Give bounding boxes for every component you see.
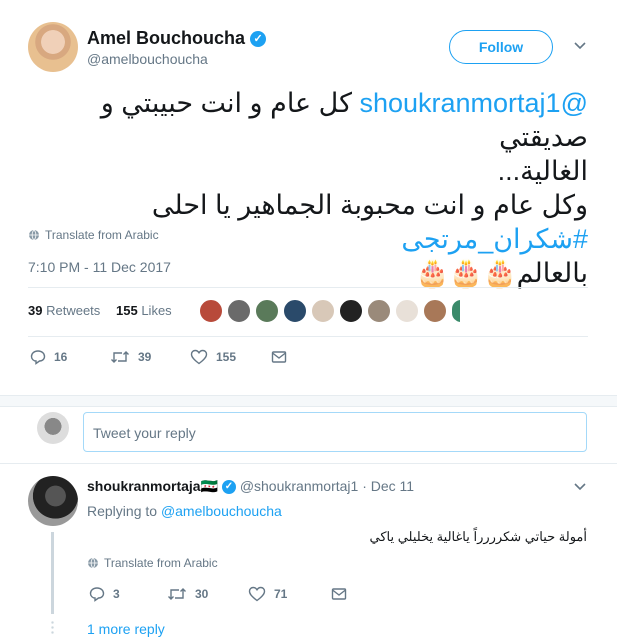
reply-header: shoukranmortaja🇸🇾 ✓ @shoukranmortaj1 · D… [87,478,414,495]
verified-icon: ✓ [250,31,267,48]
author-name-row[interactable]: Amel Bouchoucha ✓ [87,28,267,49]
thread-line [51,532,54,614]
reply-reply-action[interactable]: 3 [89,586,120,602]
liker-avatar[interactable] [367,299,391,323]
author-avatar[interactable] [28,22,78,72]
liker-avatar[interactable] [395,299,419,323]
tweet-text-line2: الغالية... [497,156,588,186]
liker-avatar[interactable] [311,299,335,323]
liker-avatar[interactable] [199,299,223,323]
flag-emoji: 🇸🇾 [200,478,219,494]
retweet-icon [111,351,129,363]
reply-input-placeholder: Tweet your reply [93,425,196,441]
retweets-label: Retweets [46,303,101,318]
tweet-timestamp[interactable]: 7:10 PM - 11 Dec 2017 [28,259,171,275]
liker-avatar[interactable] [339,299,363,323]
reply-like-action[interactable]: 71 [248,586,287,602]
author-name[interactable]: Amel Bouchoucha [87,28,245,48]
liker-avatar[interactable] [423,299,447,323]
reply-date[interactable]: Dec 11 [371,478,414,494]
likes-stat[interactable]: 155 Likes [116,303,172,318]
chevron-down-icon[interactable] [572,479,588,495]
thread-dots [51,620,54,636]
reply-reply-count: 3 [113,587,120,601]
replying-to: Replying to @amelbouchoucha [87,503,282,519]
reply-retweet-count: 30 [195,587,209,601]
reply-count: 16 [54,350,68,364]
divider [28,336,588,337]
liker-avatar[interactable] [255,299,279,323]
retweet-count: 39 [138,350,152,364]
reply-icon [30,350,46,365]
tweet-text-line4: بالعالم [516,258,588,288]
reply-author-name[interactable]: shoukranmortaja [87,478,201,494]
like-icon [190,349,208,365]
reply-author-handle[interactable]: @shoukranmortaj1 [240,478,359,494]
reply-translate-label[interactable]: Translate from Arabic [104,556,218,570]
follow-button[interactable]: Follow [449,30,553,64]
reply-dm-action[interactable] [331,586,347,602]
reply-author-avatar[interactable] [28,476,78,526]
reply-text: أمولة حياتي شكرررراً ياغالية يخليلي ياكي [369,529,587,544]
liker-avatar[interactable] [283,299,307,323]
likers-avatars [199,299,461,323]
verified-icon: ✓ [221,480,236,495]
more-replies-link[interactable]: 1 more reply [87,621,165,637]
reply-icon [89,587,105,602]
translate-link[interactable]: Translate from Arabic [28,228,159,242]
likes-count: 155 [116,303,138,318]
replying-to-handle[interactable]: @amelbouchoucha [161,503,282,519]
section-separator [0,395,617,407]
reply-action[interactable]: 16 [30,349,67,365]
reply-like-count: 71 [274,587,288,601]
current-user-avatar [37,412,69,444]
tweet-text-line3: وكل عام و انت محبوبة الجماهير يا احلى [151,190,588,220]
like-icon [248,586,266,602]
like-count: 155 [216,350,237,364]
globe-icon [29,229,39,241]
separator-dot: · [362,478,367,494]
dm-action[interactable] [271,349,287,365]
mention-link[interactable]: @shoukranmortaj1 [359,88,588,118]
globe-icon [88,557,98,569]
retweet-action[interactable]: 39 [110,349,151,365]
likes-label: Likes [141,303,172,318]
reply-retweet-action[interactable]: 30 [167,586,208,602]
liker-avatar[interactable] [451,299,461,323]
retweets-stat[interactable]: 39 Retweets [28,303,100,318]
reply-input[interactable]: Tweet your reply [83,412,587,452]
cake-emoji: 🎂🎂🎂 [415,258,517,288]
retweets-count: 39 [28,303,43,318]
retweet-icon [168,588,186,600]
author-handle[interactable]: @amelbouchoucha [87,51,208,67]
dm-icon [331,588,347,600]
liker-avatar[interactable] [227,299,251,323]
chevron-down-icon[interactable] [572,38,588,54]
divider [28,287,588,288]
like-action[interactable]: 155 [190,349,236,365]
hashtag-link[interactable]: #شكران_مرتجى [401,224,588,254]
divider [0,463,617,464]
reply-translate-link[interactable]: Translate from Arabic [87,556,218,570]
translate-label[interactable]: Translate from Arabic [45,228,159,242]
replying-to-label: Replying to [87,503,158,519]
dm-icon [271,351,287,363]
